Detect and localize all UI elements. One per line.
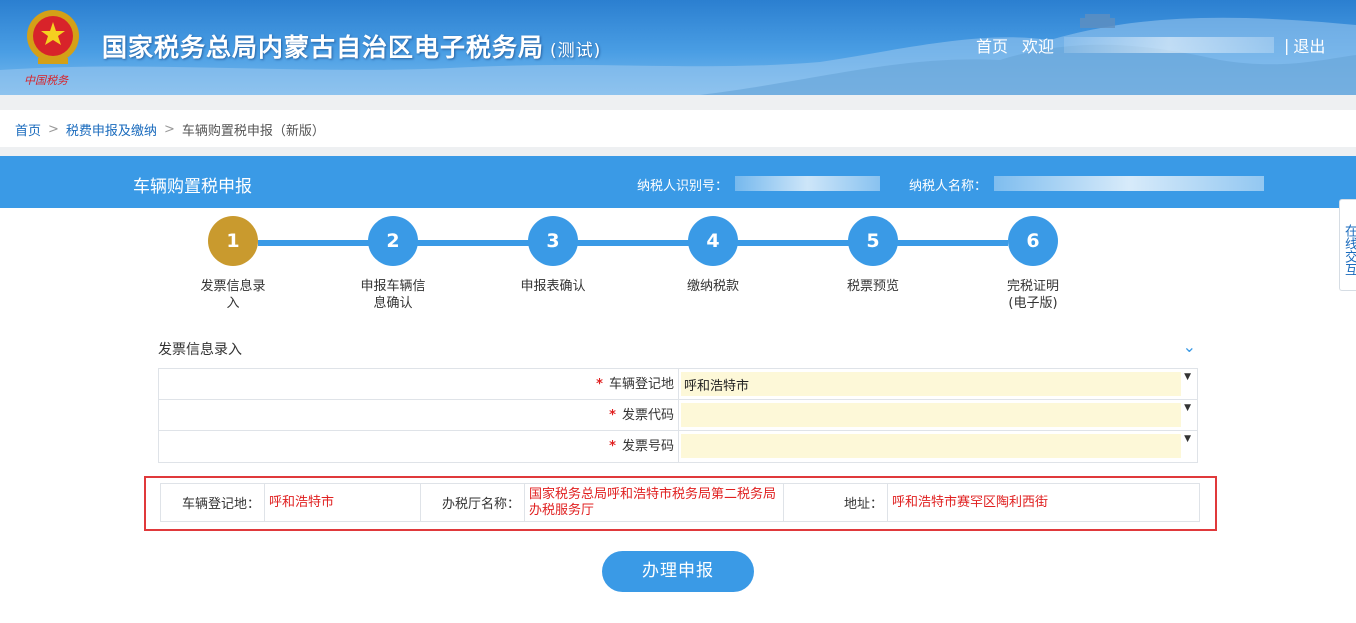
chevron-down-icon[interactable]: ⌄ bbox=[1183, 337, 1196, 356]
breadcrumb-arrow: > bbox=[48, 122, 59, 137]
step-label: 发票信息录入 bbox=[200, 279, 266, 311]
svg-text:中国税务: 中国税务 bbox=[24, 74, 69, 87]
form-title: 车辆购置税申报 bbox=[133, 177, 252, 197]
field-label: * 发票号码 bbox=[159, 431, 679, 462]
required-mark: * bbox=[596, 377, 603, 392]
breadcrumb: 首页 > 税费申报及缴纳 > 车辆购置税申报（新版） bbox=[15, 120, 325, 139]
divider-bar bbox=[0, 95, 1356, 110]
registration-place-select[interactable] bbox=[681, 372, 1181, 396]
section-header: 发票信息录入 ⌄ bbox=[158, 337, 1198, 361]
required-mark: * bbox=[609, 408, 616, 423]
national-emblem-icon: 中国税务 bbox=[24, 10, 79, 87]
breadcrumb-home[interactable]: 首页 bbox=[15, 120, 41, 139]
form-row-invoice-code: * 发票代码 ▼ bbox=[159, 400, 1197, 431]
field-value-cell: ▼ bbox=[679, 431, 1197, 462]
dropdown-arrow-icon[interactable]: ▼ bbox=[1184, 372, 1191, 382]
dropdown-arrow-icon[interactable]: ▼ bbox=[1184, 403, 1191, 413]
breadcrumb-current: 车辆购置税申报（新版） bbox=[181, 124, 325, 139]
invoice-code-field[interactable] bbox=[681, 403, 1181, 427]
field-label: * 发票代码 bbox=[159, 400, 679, 430]
divider-bar bbox=[0, 147, 1356, 156]
progress-steps: 1 发票信息录入 2 申报车辆信息确认 3 申报表确认 4 缴纳税款 5 税票预… bbox=[0, 216, 1356, 316]
site-title-suffix: (测试) bbox=[550, 41, 602, 61]
breadcrumb-tax-filing[interactable]: 税费申报及缴纳 bbox=[66, 120, 157, 139]
taxpayer-id-label: 纳税人识别号： bbox=[637, 179, 729, 194]
office-info-highlight: 车辆登记地： 呼和浩特市 办税厅名称： 国家税务总局呼和浩特市税务局第二税务局办… bbox=[144, 476, 1217, 531]
step-5: 5 税票预览 bbox=[823, 216, 923, 295]
site-title-text: 国家税务总局内蒙古自治区电子税务局 bbox=[102, 33, 545, 62]
field-label: * 车辆登记地 bbox=[159, 369, 679, 399]
step-number: 1 bbox=[208, 216, 258, 266]
step-2: 2 申报车辆信息确认 bbox=[343, 216, 443, 312]
form-row-invoice-number: * 发票号码 ▼ bbox=[159, 431, 1197, 462]
form-row-registration: * 车辆登记地 ▼ bbox=[159, 369, 1197, 400]
site-header: 中国税务 国家税务总局内蒙古自治区电子税务局 (测试) 首页 欢迎 | 退出 bbox=[0, 0, 1356, 95]
taxpayer-id-redacted bbox=[735, 176, 880, 191]
field-label-text: 车辆登记地 bbox=[608, 377, 674, 392]
step-label: 税票预览 bbox=[846, 279, 899, 294]
nav-welcome: 欢迎 bbox=[1022, 37, 1055, 56]
breadcrumb-arrow: > bbox=[163, 122, 175, 137]
step-label: 完税证明(电子版) bbox=[1006, 279, 1059, 311]
field-label-text: 发票号码 bbox=[621, 439, 674, 454]
section-heading: 发票信息录入 bbox=[158, 342, 242, 358]
office-info-table: 车辆登记地： 呼和浩特市 办税厅名称： 国家税务总局呼和浩特市税务局第二税务局办… bbox=[160, 483, 1200, 522]
reg-place-value: 呼和浩特市 bbox=[265, 484, 421, 521]
step-3: 3 申报表确认 bbox=[503, 216, 603, 295]
nav-logout-link[interactable]: 退出 bbox=[1293, 33, 1325, 57]
step-6: 6 完税证明(电子版) bbox=[983, 216, 1083, 312]
taxpayer-name-label: 纳税人名称： bbox=[909, 179, 988, 194]
taxpayer-name-redacted bbox=[994, 176, 1264, 191]
invoice-form: * 车辆登记地 ▼ * 发票代码 ▼ * 发票号码 ▼ bbox=[158, 368, 1198, 463]
address-label: 地址： bbox=[784, 484, 888, 521]
nav-separator: | bbox=[1284, 35, 1290, 55]
step-label: 申报表确认 bbox=[520, 279, 586, 294]
step-label: 申报车辆信息确认 bbox=[360, 279, 426, 311]
required-mark: * bbox=[609, 439, 616, 454]
dropdown-arrow-icon[interactable]: ▼ bbox=[1184, 434, 1191, 444]
nav-home-link[interactable]: 首页 bbox=[976, 33, 1008, 57]
step-4: 4 缴纳税款 bbox=[663, 216, 763, 295]
address-value: 呼和浩特市赛罕区陶利西街 bbox=[892, 494, 1049, 510]
field-value-cell: ▼ bbox=[679, 369, 1197, 399]
top-nav: 首页 欢迎 | 退出 bbox=[976, 33, 1325, 57]
step-number: 2 bbox=[368, 216, 418, 266]
user-name-redacted bbox=[1064, 37, 1275, 53]
field-label-text: 发票代码 bbox=[621, 408, 674, 423]
submit-declaration-button[interactable]: 办理申报 bbox=[602, 551, 754, 592]
reg-place-label: 车辆登记地： bbox=[161, 484, 265, 521]
form-title-bar: 车辆购置税申报 纳税人识别号： 纳税人名称： bbox=[0, 156, 1356, 208]
site-title: 国家税务总局内蒙古自治区电子税务局 (测试) bbox=[102, 28, 601, 64]
office-name-label: 办税厅名称： bbox=[421, 484, 525, 521]
step-number: 5 bbox=[848, 216, 898, 266]
field-value-cell: ▼ bbox=[679, 400, 1197, 430]
step-1: 1 发票信息录入 bbox=[183, 216, 283, 312]
step-number: 4 bbox=[688, 216, 738, 266]
step-number: 6 bbox=[1008, 216, 1058, 266]
step-number: 3 bbox=[528, 216, 578, 266]
step-label: 缴纳税款 bbox=[686, 279, 739, 294]
office-name-value: 国家税务总局呼和浩特市税务局第二税务局办税服务厅 bbox=[525, 484, 784, 521]
invoice-number-field[interactable] bbox=[681, 434, 1181, 458]
